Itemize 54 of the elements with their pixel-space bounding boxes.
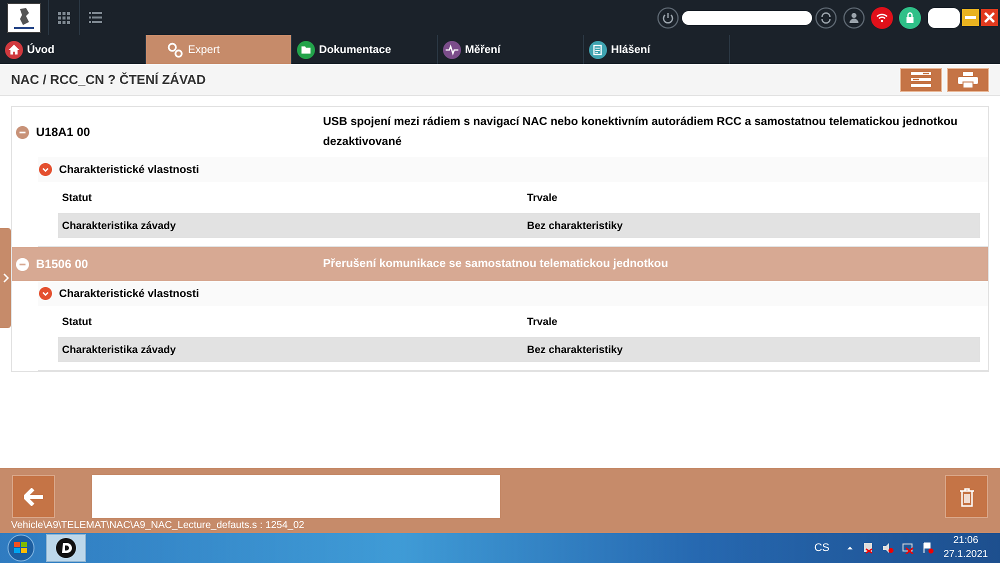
back-button[interactable] <box>12 475 55 518</box>
table-header: Trvale <box>526 192 558 204</box>
fault-row[interactable]: U18A1 00 USB spojení mezi rádiem s navigací NAC nebo konektivním autorádiem RCC a samostatnou telematickou jednotkou dezaktivované <box>12 107 988 157</box>
flag-icon[interactable] <box>922 542 934 554</box>
fault-code: U18A1 00 <box>36 125 92 139</box>
collapse-icon[interactable] <box>16 126 29 138</box>
refresh-icon[interactable] <box>815 6 837 28</box>
table-header: Trvale <box>526 316 558 328</box>
chevron-icon <box>39 163 52 176</box>
gears-icon <box>166 40 184 58</box>
network-icon[interactable] <box>902 542 914 554</box>
table-cell-text: Bez charakteristiky <box>526 220 624 232</box>
delete-button[interactable] <box>945 475 988 518</box>
script-path: Vehicle\A9\TELEMAT\NAC\A9_NAC_Lecture_defauts.s : 1254_02 <box>11 520 304 531</box>
taskbar-app-button[interactable] <box>46 534 86 562</box>
report-icon <box>589 40 607 58</box>
printer-icon <box>958 72 978 88</box>
table-cell-text: Charakteristika závady <box>61 220 177 232</box>
close-button[interactable] <box>981 9 998 26</box>
side-panel-handle[interactable] <box>0 228 11 328</box>
speaker-icon[interactable] <box>882 542 894 554</box>
folder-icon <box>297 40 315 58</box>
lock-icon[interactable] <box>899 6 921 28</box>
fault-code: B1506 00 <box>36 257 90 271</box>
user-icon[interactable] <box>843 6 865 28</box>
language-indicator[interactable]: CS <box>814 542 830 554</box>
app-logo <box>56 538 76 558</box>
layout-button[interactable] <box>900 68 942 92</box>
section-header[interactable]: Charakteristické vlastnosti <box>38 157 988 182</box>
pulse-icon <box>443 40 461 58</box>
wifi-icon[interactable] <box>871 6 893 28</box>
redaction-bar <box>928 8 960 28</box>
print-button[interactable] <box>947 68 989 92</box>
fault-description: Přerušení komunikace se samostatnou telematickou jednotkou <box>323 257 670 272</box>
page-title: NAC / RCC_CN ? ČTENÍ ZÁVAD <box>11 72 207 87</box>
home-icon <box>5 40 23 58</box>
grid-icon[interactable] <box>58 12 70 24</box>
table-cell-text: Charakteristika závady <box>61 344 177 356</box>
layout-icon <box>911 72 931 87</box>
table-header: Statut <box>61 192 93 204</box>
clock[interactable]: 21:06 27.1.2021 <box>944 534 988 562</box>
trash-icon <box>958 486 974 506</box>
list-icon[interactable] <box>88 12 102 23</box>
table-header: Statut <box>61 316 93 328</box>
chevron-right-icon <box>2 273 8 283</box>
fault-description: USB spojení mezi rádiem s navigací NAC nebo konektivním autorádiem RCC a samostatnou telematickou jednotkou dezaktivované <box>323 115 959 150</box>
arrow-left-icon <box>24 488 44 506</box>
section-title: Charakteristické vlastnosti <box>59 288 200 300</box>
table-cell-text: Bez charakteristiky <box>526 344 624 356</box>
power-icon[interactable] <box>657 6 679 28</box>
section-title: Charakteristické vlastnosti <box>59 164 200 176</box>
device-icon[interactable] <box>862 542 874 554</box>
chevron-icon <box>39 287 52 300</box>
section-header[interactable]: Charakteristické vlastnosti <box>38 281 988 306</box>
